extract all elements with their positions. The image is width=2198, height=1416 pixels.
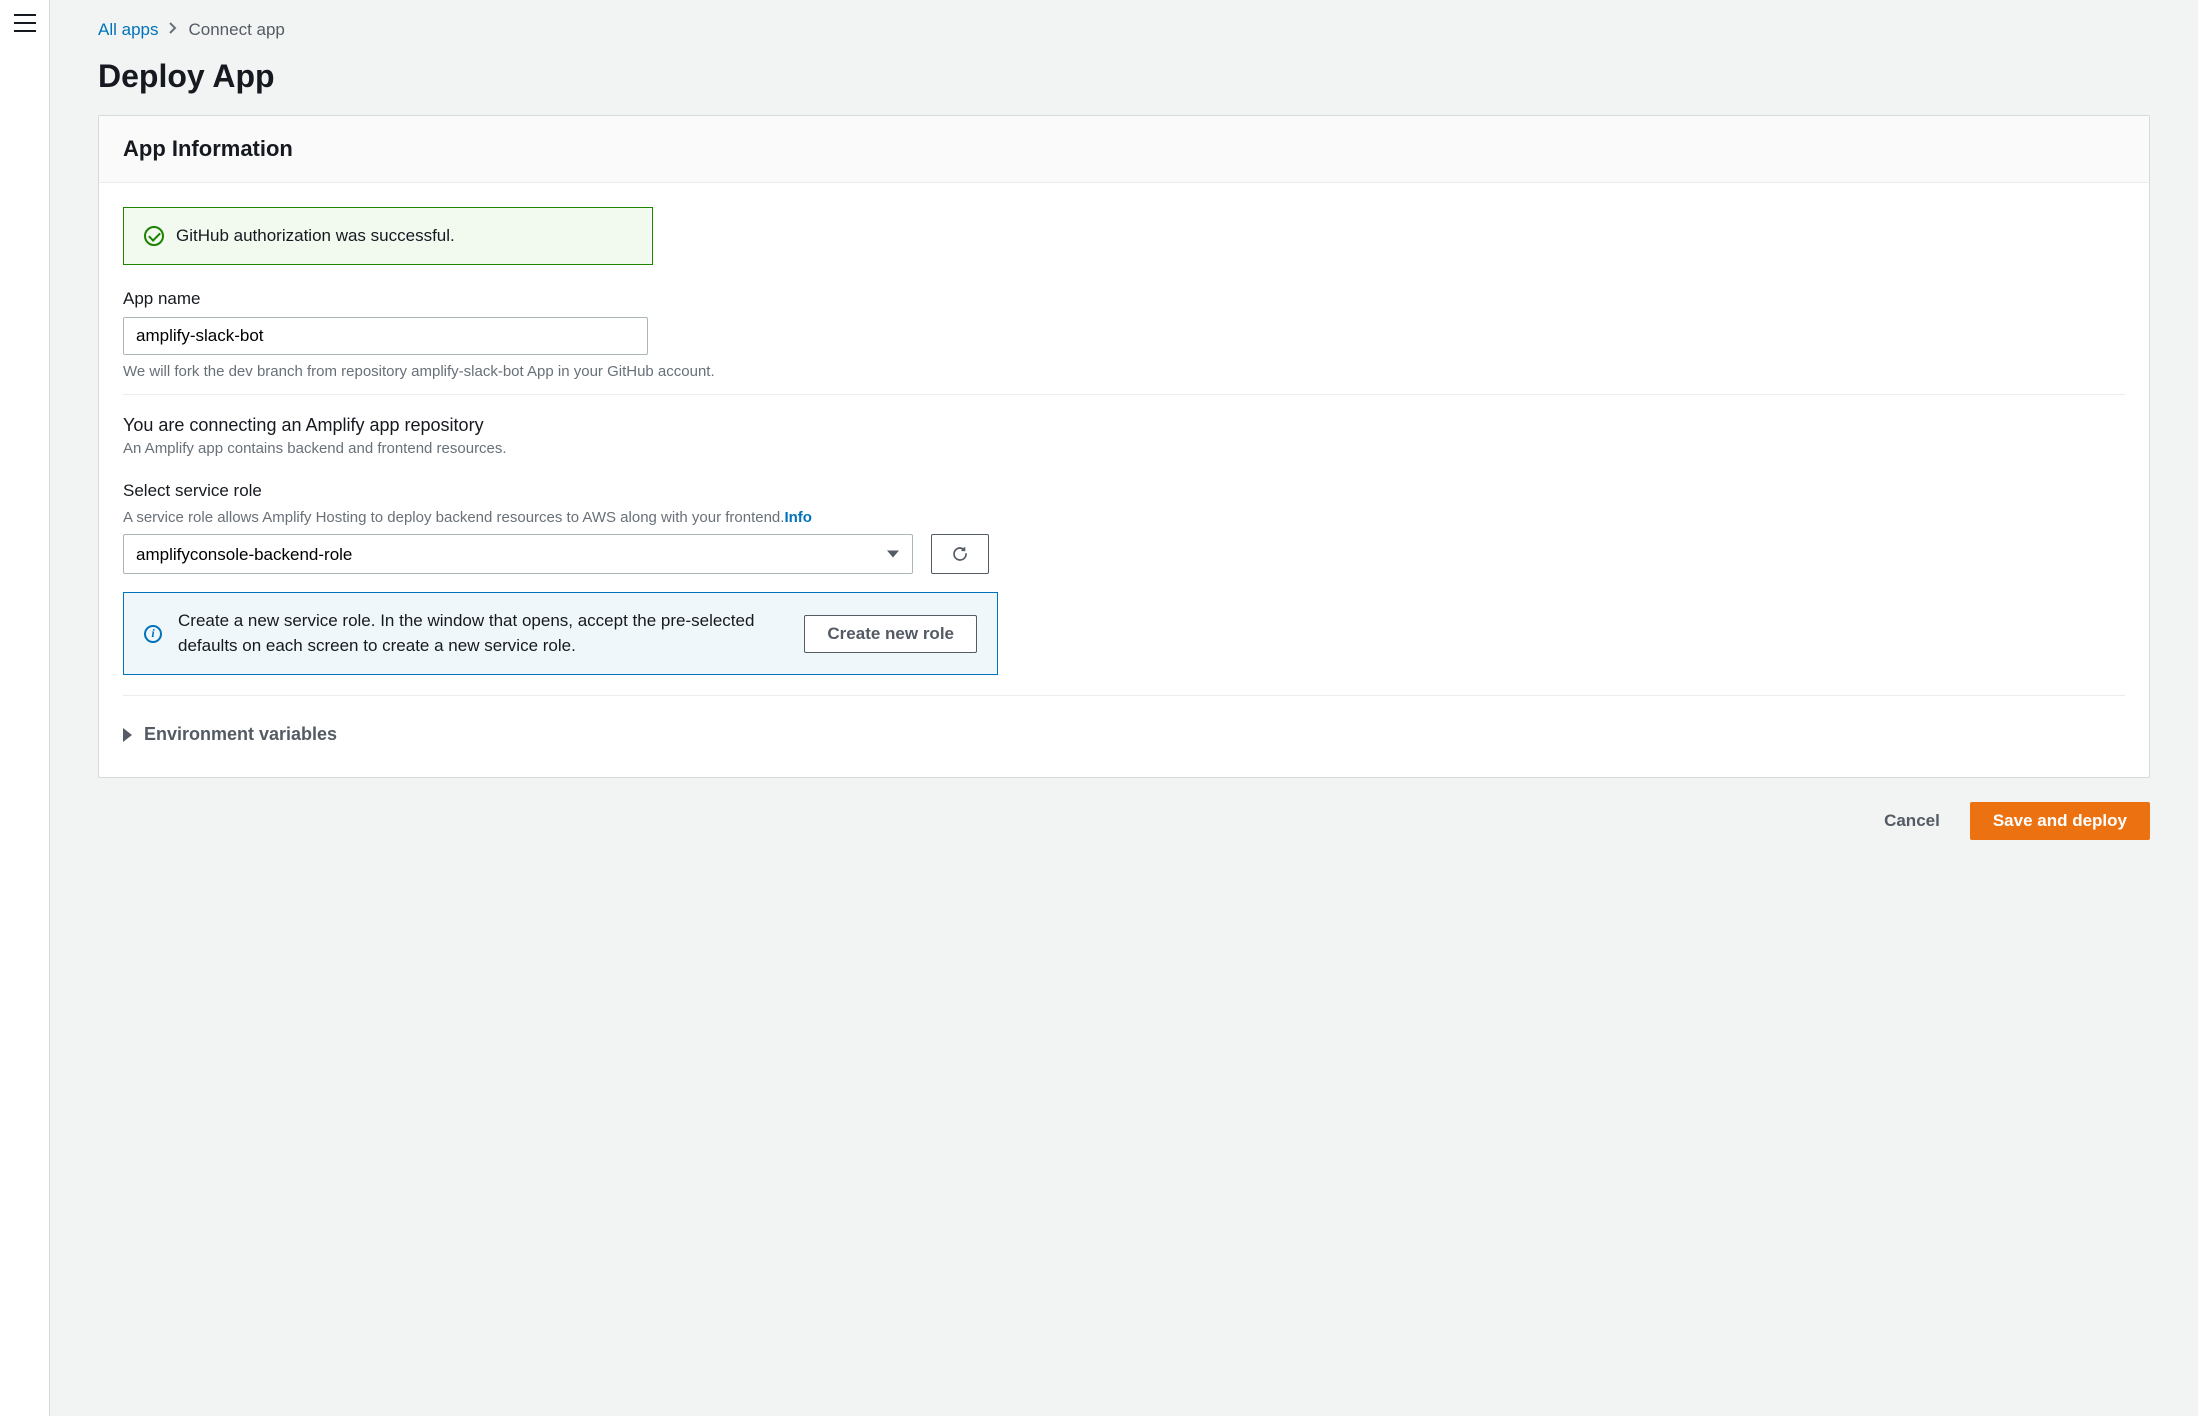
callout-text: Create a new service role. In the window… bbox=[178, 609, 788, 658]
breadcrumb-root-link[interactable]: All apps bbox=[98, 20, 158, 40]
panel-title: App Information bbox=[123, 136, 2125, 162]
page-title: Deploy App bbox=[98, 58, 2150, 95]
connecting-sub: An Amplify app contains backend and fron… bbox=[123, 440, 2125, 457]
info-icon: i bbox=[144, 625, 162, 643]
refresh-icon bbox=[951, 545, 969, 563]
alert-success: GitHub authorization was successful. bbox=[123, 207, 653, 265]
chevron-right-icon bbox=[168, 21, 178, 40]
app-name-help: We will fork the dev branch from reposit… bbox=[123, 363, 2125, 380]
app-name-input[interactable] bbox=[123, 317, 648, 355]
service-role-select-wrap: amplifyconsole-backend-role bbox=[123, 534, 913, 574]
check-circle-icon bbox=[144, 226, 164, 246]
alert-success-text: GitHub authorization was successful. bbox=[176, 226, 455, 246]
service-role-label: Select service role bbox=[123, 481, 2125, 501]
env-vars-label: Environment variables bbox=[144, 724, 337, 745]
save-and-deploy-button[interactable]: Save and deploy bbox=[1970, 802, 2150, 840]
field-app-name: App name We will fork the dev branch fro… bbox=[123, 289, 2125, 380]
breadcrumb-current: Connect app bbox=[188, 20, 284, 40]
cancel-button[interactable]: Cancel bbox=[1872, 803, 1952, 839]
main-content: All apps Connect app Deploy App App Info… bbox=[50, 0, 2198, 1416]
service-role-select[interactable]: amplifyconsole-backend-role bbox=[123, 534, 913, 574]
menu-toggle-icon[interactable] bbox=[14, 14, 36, 32]
caret-right-icon bbox=[123, 728, 132, 742]
service-role-help: A service role allows Amplify Hosting to… bbox=[123, 509, 2125, 526]
app-name-label: App name bbox=[123, 289, 2125, 309]
connecting-heading: You are connecting an Amplify app reposi… bbox=[123, 415, 2125, 436]
create-new-role-button[interactable]: Create new role bbox=[804, 615, 977, 653]
env-vars-expander[interactable]: Environment variables bbox=[123, 716, 2125, 753]
refresh-button[interactable] bbox=[931, 534, 989, 574]
divider-2 bbox=[123, 695, 2125, 696]
divider bbox=[123, 394, 2125, 395]
app-info-panel: App Information GitHub authorization was… bbox=[98, 115, 2150, 778]
breadcrumb: All apps Connect app bbox=[98, 20, 2150, 40]
info-link[interactable]: Info bbox=[784, 509, 812, 526]
field-service-role: Select service role A service role allow… bbox=[123, 481, 2125, 574]
panel-header: App Information bbox=[99, 116, 2149, 183]
create-role-callout: i Create a new service role. In the wind… bbox=[123, 592, 998, 675]
side-nav bbox=[0, 0, 50, 1416]
footer-actions: Cancel Save and deploy bbox=[98, 802, 2150, 840]
